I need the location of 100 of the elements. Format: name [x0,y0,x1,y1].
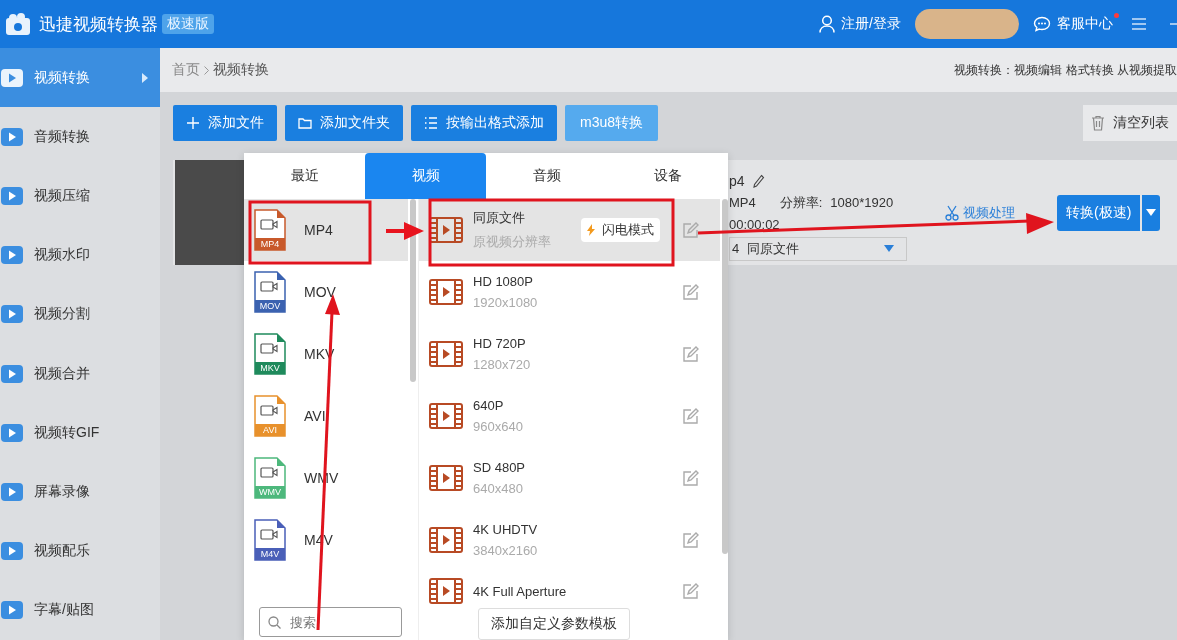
edit-preset-button[interactable] [682,582,700,600]
edit-preset-button[interactable] [682,407,700,425]
edit-preset-button[interactable] [682,345,700,363]
play-tile-icon [0,540,24,563]
lightning-mode-label: 闪电模式 [602,221,654,239]
edit-icon [682,283,700,301]
lightning-icon [587,224,595,236]
film-strip-icon [429,465,463,491]
resolution-label: 分辨率: [779,193,823,212]
preset-item[interactable]: 640P 960x640 [419,385,720,447]
preset-item[interactable]: 4K UHDTV 3840x2160 [419,509,720,571]
edit-icon [682,407,700,425]
clear-list-button[interactable]: 清空列表 [1083,105,1177,141]
edit-icon [682,345,700,363]
edit-preset-button[interactable] [682,531,700,549]
caret-down-icon [1146,209,1157,216]
edit-icon [682,582,700,600]
format-tab[interactable]: 视频 [365,153,486,199]
format-tag: MKV [255,362,285,374]
login-link[interactable]: 注册/登录 [819,15,901,33]
preset-title: 4K UHDTV [473,522,539,537]
preset-item[interactable]: SD 480P 640x480 [419,447,720,509]
sidebar-item[interactable]: 屏幕录像 [0,462,160,522]
sidebar-item[interactable]: 音频转换 [0,107,160,167]
scissors-icon [945,204,959,221]
add-template-button[interactable]: 添加自定义参数模板 [477,608,630,640]
format-tag: WMV [255,486,285,498]
edit-icon [682,469,700,487]
sidebar-item[interactable]: 视频分割 [0,284,160,344]
preset-title: 640P [473,398,505,413]
sidebar-item[interactable]: 视频转GIF [0,403,160,463]
preset-resolution: 960x640 [473,419,524,434]
format-tag: AVI [255,424,285,436]
edit-preset-button[interactable] [682,283,700,301]
plus-icon [186,116,200,130]
preset-resolution: 3840x2160 [473,543,539,558]
trash-icon [1091,115,1105,131]
format-label: MP4 [729,195,756,210]
play-tile-icon [0,480,24,503]
convert-options-button[interactable] [1142,194,1161,231]
output-preset-text: 同原文件 [747,239,801,258]
menu-icon [1131,17,1147,31]
chat-bubble-icon [1033,16,1051,32]
preset-title: SD 480P [473,460,527,475]
format-tag: MP4 [255,238,285,250]
scrollbar[interactable] [722,199,728,554]
caret-right-icon [142,72,148,83]
edit-preset-button[interactable] [682,221,700,239]
preset-resolution: 1920x1080 [473,295,539,310]
play-tile-icon [0,184,24,207]
feature-hint: 视频转换：视频编辑 格式转换 从视频提取 [954,61,1177,79]
film-strip-icon [429,217,463,243]
preset-resolution: 1280x720 [473,357,532,372]
user-icon [819,15,836,33]
output-format-dropdown[interactable]: 4 同原文件 [729,236,907,261]
convert-button[interactable]: 转换(极速) [1057,194,1141,231]
film-strip-icon [429,403,463,429]
preset-item[interactable]: HD 1080P 1920x1080 [419,261,720,323]
play-tile-icon [0,303,24,326]
format-item[interactable]: AVI AVI [244,385,408,447]
sidebar-item[interactable]: 视频压缩 [0,166,160,226]
play-tile-icon [0,599,24,622]
edit-preset-button[interactable] [682,469,700,487]
edit-icon [682,221,700,239]
format-tab[interactable]: 最近 [244,153,365,199]
support-link[interactable]: 客服中心 [1033,15,1113,33]
add-button[interactable]: 添加文件 [173,105,277,141]
play-tile-icon [0,362,24,385]
add-button[interactable]: 按输出格式添加 [411,105,557,141]
sidebar-item[interactable]: 字幕/贴图 [0,580,160,640]
play-tile-icon [0,421,24,444]
search-field[interactable]: 搜索 [259,607,402,637]
format-tab[interactable]: 设备 [607,153,728,199]
film-strip-icon [429,527,463,553]
preset-item[interactable]: 4K Full Aperture [419,571,720,608]
preset-title: HD 720P [473,336,527,351]
format-item[interactable]: MP4 MP4 [244,199,408,261]
edit-icon [682,531,700,549]
add-button[interactable]: 添加文件夹 [285,105,403,141]
sidebar-item[interactable]: 视频合并 [0,343,160,404]
pencil-icon [752,173,765,188]
app-title: 迅捷视频转换器 [39,13,158,36]
breadcrumb-link[interactable]: 视频转换 [213,61,269,79]
edition-badge: 极速版 [162,14,214,34]
chevron-right-icon [204,65,209,75]
format-tag: M4V [255,548,285,560]
sidebar-item[interactable]: 视频配乐 [0,521,160,581]
play-tile-icon [0,125,24,148]
list-icon [424,116,438,130]
sidebar-item[interactable]: 视频水印 [0,225,160,285]
preset-title: 同原文件 [473,209,526,227]
film-strip-icon [429,578,463,604]
play-tile-icon [0,244,24,267]
format-tab[interactable]: 音频 [486,153,607,199]
scrollbar[interactable] [410,199,416,382]
folder-icon [298,116,312,130]
duration-label: 00:00:02 [729,216,781,232]
film-strip-icon [429,341,463,367]
output-format-text: 4 [732,241,740,256]
preset-item[interactable]: HD 720P 1280x720 [419,323,720,385]
